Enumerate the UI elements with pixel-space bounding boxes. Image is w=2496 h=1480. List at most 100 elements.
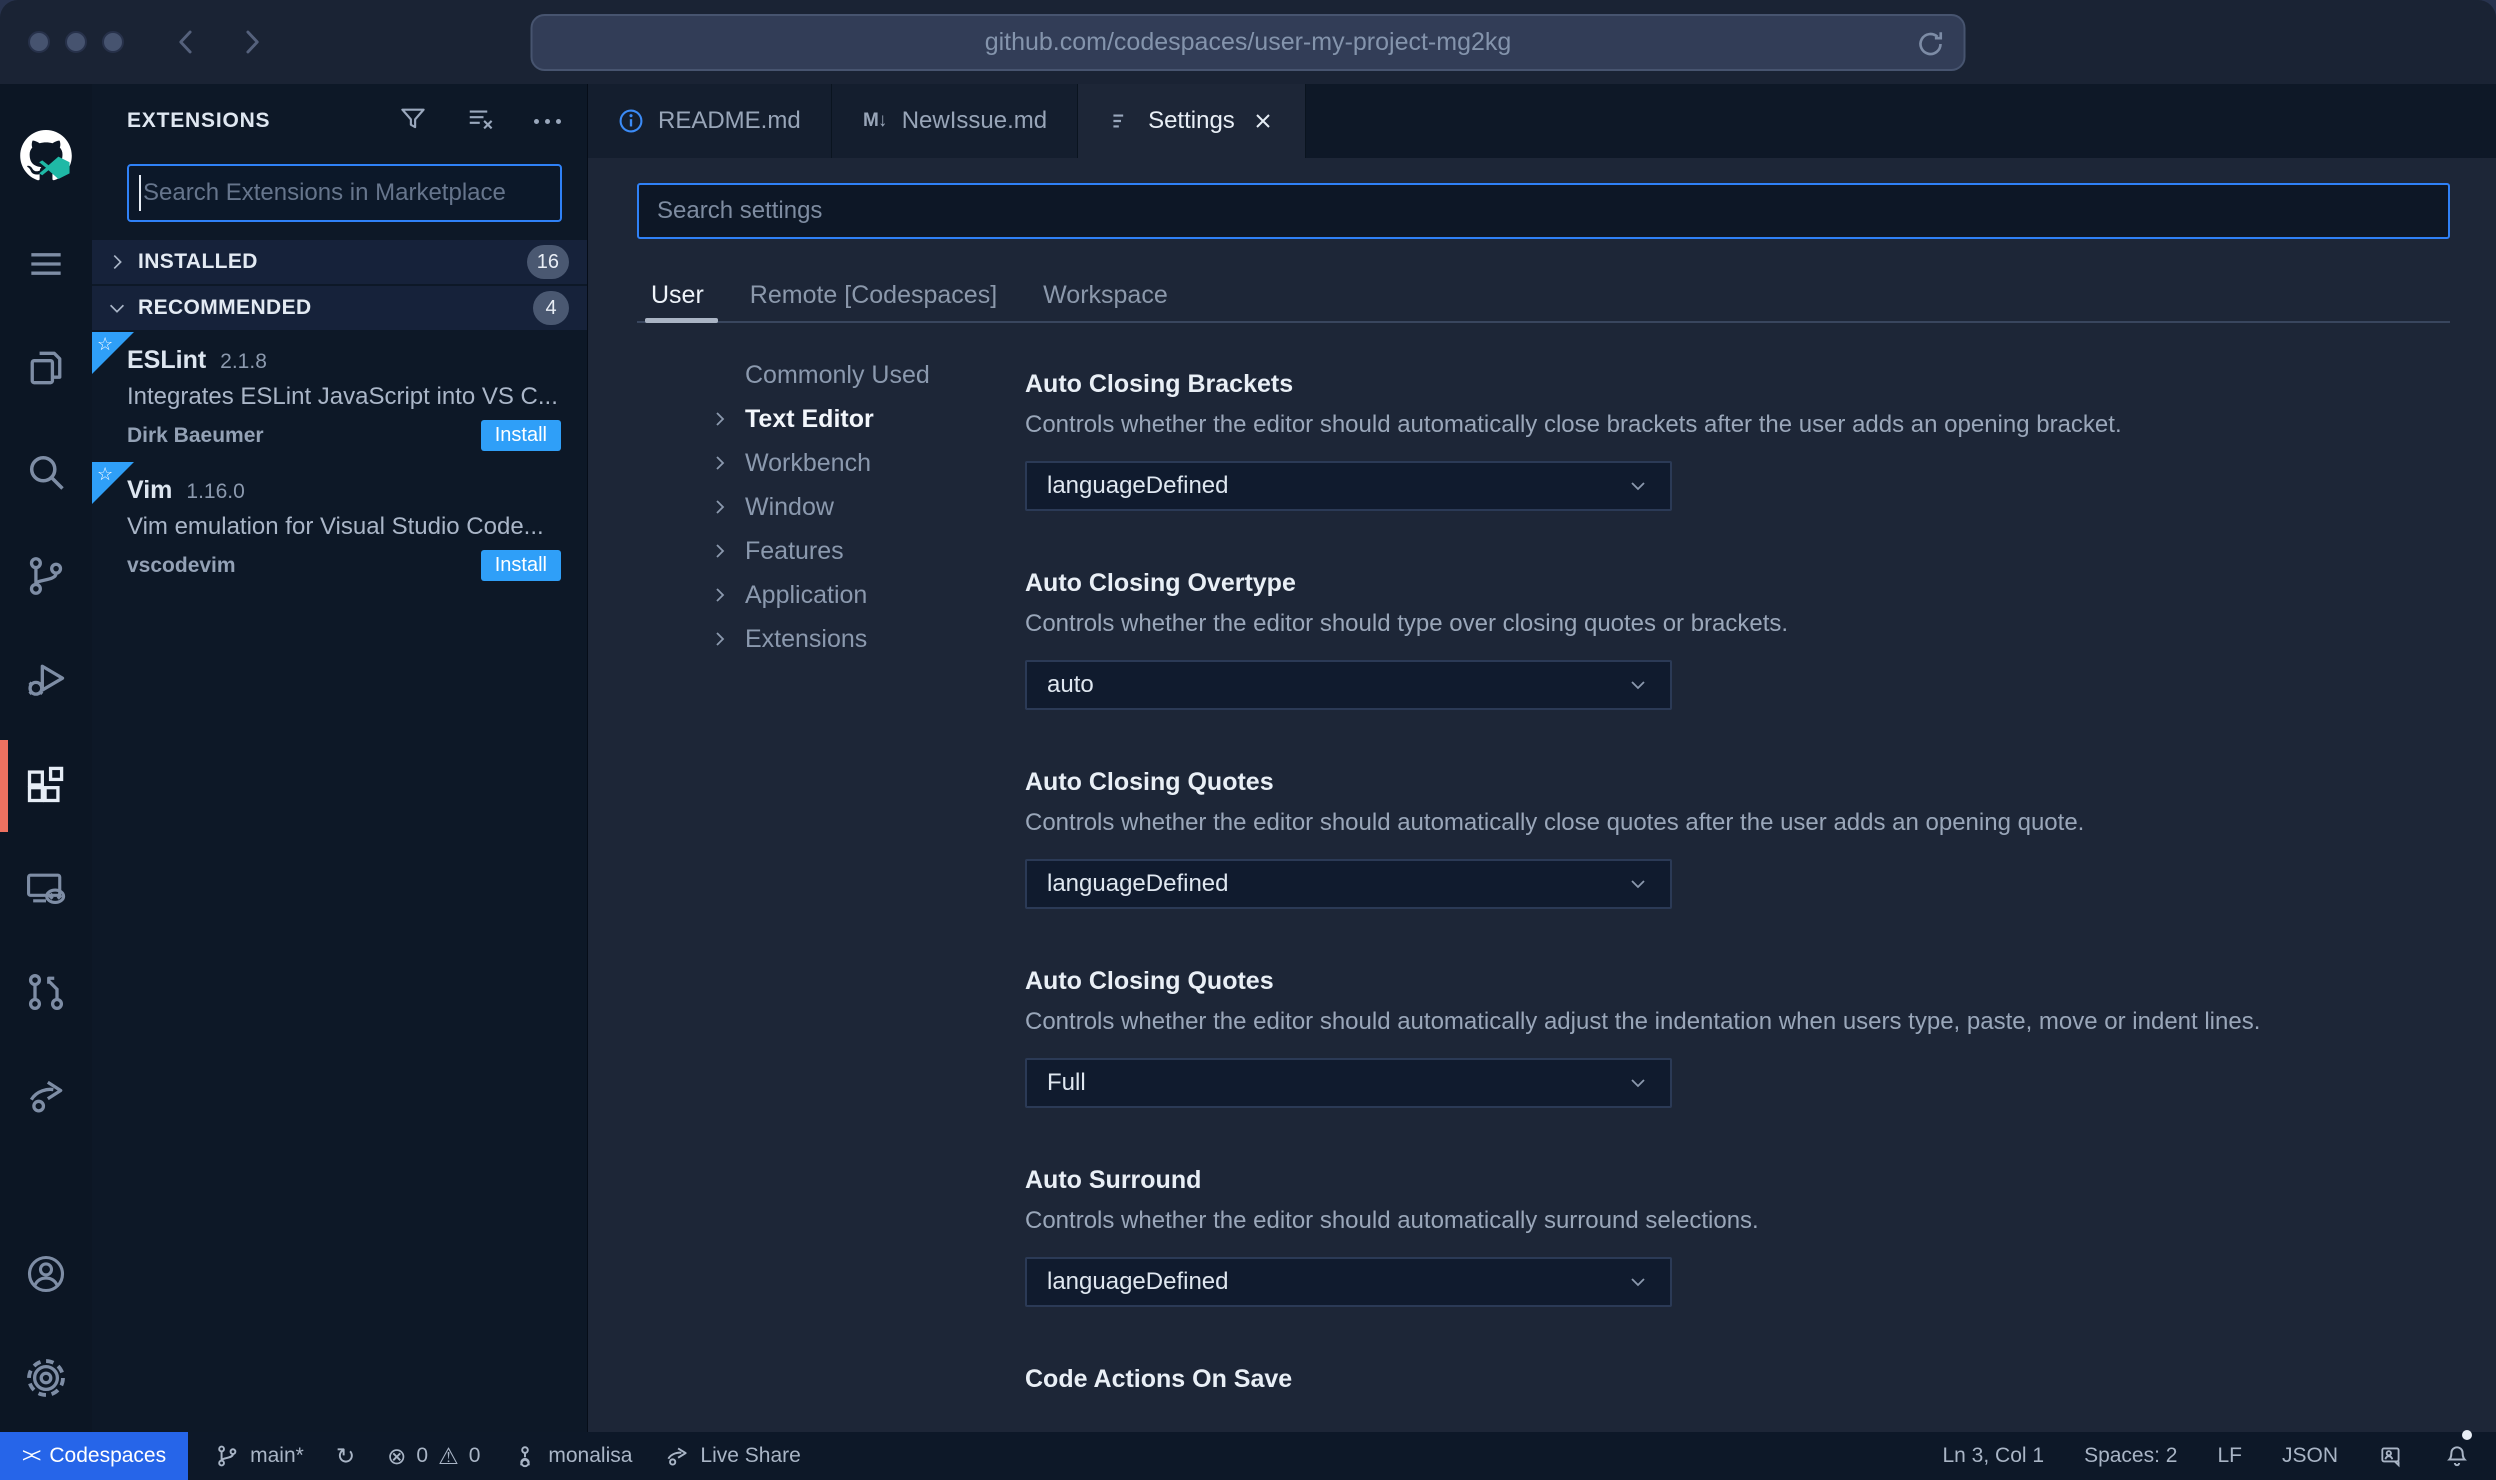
tab-newissue[interactable]: M↓ NewIssue.md <box>831 84 1079 158</box>
extension-row-vim[interactable]: ☆ Vim 1.16.0 Vim emulation for Visual St… <box>92 462 587 592</box>
extension-description: Vim emulation for Visual Studio Code... <box>127 513 544 540</box>
scope-tab-user[interactable]: User <box>645 267 718 323</box>
forward-button[interactable] <box>236 27 266 57</box>
setting-description: Controls whether the editor should type … <box>1025 610 1789 637</box>
setting-select[interactable]: languageDefined <box>1025 1257 1672 1307</box>
branch-name: main* <box>250 1444 304 1467</box>
debug-icon <box>24 658 68 707</box>
tree-item-application[interactable]: Application <box>637 573 1025 617</box>
activity-bar <box>0 84 92 1432</box>
menu-button[interactable] <box>0 214 92 318</box>
remote-explorer-icon <box>24 866 68 915</box>
tab-settings[interactable]: Settings <box>1078 84 1306 158</box>
back-button[interactable] <box>172 27 202 57</box>
clear-extensions-search-icon[interactable] <box>466 104 496 139</box>
live-share-icon <box>664 1443 690 1469</box>
pull-requests-button[interactable] <box>0 942 92 1046</box>
chevron-down-icon <box>1626 1071 1650 1095</box>
remote-explorer-button[interactable] <box>0 838 92 942</box>
explorer-button[interactable] <box>0 318 92 422</box>
tree-label: Window <box>745 492 834 521</box>
select-value: languageDefined <box>1047 1268 1229 1295</box>
scope-tab-workspace[interactable]: Workspace <box>1043 267 1168 323</box>
live-share-status[interactable]: Live Share <box>664 1432 801 1480</box>
select-value: languageDefined <box>1047 472 1229 499</box>
more-actions-icon[interactable] <box>534 118 561 124</box>
feedback-button[interactable] <box>2378 1432 2404 1480</box>
refresh-button[interactable] <box>1916 29 1946 59</box>
tree-item-commonly-used[interactable]: Commonly Used <box>637 353 1025 397</box>
codespaces-remote-button[interactable]: >< Codespaces <box>0 1432 189 1480</box>
source-control-button[interactable] <box>0 526 92 630</box>
star-icon: ☆ <box>97 464 114 484</box>
extensions-button[interactable] <box>0 734 92 838</box>
install-button[interactable]: Install <box>480 420 561 451</box>
scope-tab-remote[interactable]: Remote [Codespaces] <box>750 267 997 323</box>
settings-search-input[interactable] <box>637 183 2450 239</box>
search-button[interactable] <box>0 422 92 526</box>
chevron-right-icon <box>710 629 730 649</box>
extension-publisher: vscodevim <box>127 553 236 577</box>
sync-button[interactable]: ↻ <box>336 1432 355 1480</box>
warning-icon: ⚠ <box>438 1442 459 1469</box>
star-icon: ☆ <box>97 334 114 354</box>
editor-tabs: README.md M↓ NewIssue.md Settings <box>588 84 2496 158</box>
cursor-position[interactable]: Ln 3, Col 1 <box>1942 1432 2044 1480</box>
minimize-window-button[interactable] <box>65 31 87 53</box>
settings-gear-button[interactable] <box>0 1328 92 1432</box>
maximize-window-button[interactable] <box>102 31 124 53</box>
tree-item-text-editor[interactable]: Text Editor <box>637 397 1025 441</box>
indentation-indicator[interactable]: Spaces: 2 <box>2084 1432 2177 1480</box>
chevron-down-icon <box>106 297 128 319</box>
section-installed[interactable]: INSTALLED 16 <box>92 240 587 284</box>
eol-label: LF <box>2217 1444 2242 1467</box>
live-share-button[interactable] <box>0 1046 92 1150</box>
install-button[interactable]: Install <box>480 550 561 581</box>
codespaces-label: Codespaces <box>49 1444 167 1467</box>
installed-count-badge: 16 <box>526 245 569 279</box>
tree-item-features[interactable]: Features <box>637 529 1025 573</box>
tree-label: Text Editor <box>745 404 874 433</box>
tree-item-workbench[interactable]: Workbench <box>637 441 1025 485</box>
address-bar[interactable]: github.com/codespaces/user-my-project-mg… <box>530 14 1966 71</box>
chevron-down-icon <box>1626 673 1650 697</box>
tree-item-extensions[interactable]: Extensions <box>637 617 1025 661</box>
address-bar-url: github.com/codespaces/user-my-project-mg… <box>984 28 1512 56</box>
language-mode[interactable]: JSON <box>2282 1432 2338 1480</box>
close-window-button[interactable] <box>28 31 50 53</box>
setting-select[interactable]: Full <box>1025 1058 1672 1108</box>
extensions-search-input[interactable] <box>127 164 562 222</box>
run-debug-button[interactable] <box>0 630 92 734</box>
user-name: monalisa <box>548 1444 633 1467</box>
setting-select[interactable]: auto <box>1025 660 1672 710</box>
chevron-down-icon <box>1626 872 1650 896</box>
filter-icon[interactable] <box>398 104 428 139</box>
eol-indicator[interactable]: LF <box>2217 1432 2242 1480</box>
notifications-button[interactable] <box>2444 1430 2472 1480</box>
problems-indicator[interactable]: ⊗ 0 ⚠ 0 <box>387 1432 480 1480</box>
files-icon <box>24 346 68 395</box>
chevron-right-icon <box>710 453 730 473</box>
tree-label: Features <box>745 536 844 565</box>
branch-indicator[interactable]: main* <box>214 1432 304 1480</box>
error-count: 0 <box>416 1444 429 1467</box>
tab-readme[interactable]: README.md <box>588 84 832 158</box>
close-tab-icon[interactable] <box>1251 109 1275 133</box>
refresh-icon <box>1916 32 1946 65</box>
browser-chrome: github.com/codespaces/user-my-project-mg… <box>0 0 2496 84</box>
extension-row-eslint[interactable]: ☆ ESLint 2.1.8 Integrates ESLint JavaScr… <box>92 332 587 462</box>
chevron-right-icon <box>710 497 730 517</box>
account-button[interactable] <box>0 1224 92 1328</box>
tree-item-window[interactable]: Window <box>637 485 1025 529</box>
search-icon <box>24 450 68 499</box>
setting-auto-closing-overtype: Auto Closing Overtype Controls whether t… <box>1025 569 2260 710</box>
setting-select[interactable]: languageDefined <box>1025 461 1672 511</box>
user-indicator[interactable]: monalisa <box>512 1432 632 1480</box>
chevron-right-icon <box>236 30 266 61</box>
info-icon <box>618 108 644 134</box>
tree-label: Extensions <box>745 624 868 653</box>
section-recommended[interactable]: RECOMMENDED 4 <box>92 286 587 330</box>
git-branch-icon <box>24 554 68 603</box>
setting-select[interactable]: languageDefined <box>1025 859 1672 909</box>
chevron-right-icon <box>106 251 128 273</box>
